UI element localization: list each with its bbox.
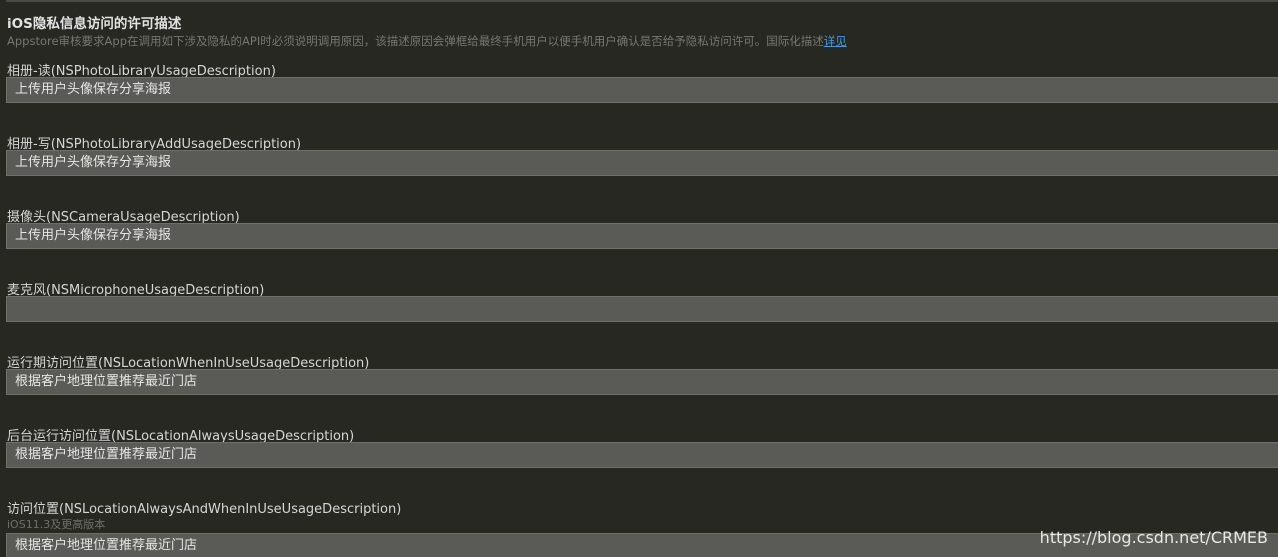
photo-read-input[interactable]: 上传用户头像保存分享海报 (6, 77, 1278, 103)
details-link[interactable]: 详见 (824, 34, 847, 48)
privacy-settings-panel: iOS隐私信息访问的许可描述 Appstore审核要求App在调用如下涉及隐私的… (0, 0, 1278, 557)
microphone-input[interactable] (6, 296, 1278, 322)
section-description-text: Appstore审核要求App在调用如下涉及隐私的API时必须说明调用原因，该描… (7, 34, 824, 48)
section-title: iOS隐私信息访问的许可描述 (7, 16, 182, 32)
camera-input[interactable]: 上传用户头像保存分享海报 (6, 223, 1278, 249)
location-always-input[interactable]: 根据客户地理位置推荐最近门店 (6, 442, 1278, 468)
top-divider (6, 0, 1278, 2)
location-when-in-use-input[interactable]: 根据客户地理位置推荐最近门店 (6, 369, 1278, 395)
photo-write-input[interactable]: 上传用户头像保存分享海报 (6, 150, 1278, 176)
section-description: Appstore审核要求App在调用如下涉及隐私的API时必须说明调用原因，该描… (7, 33, 847, 49)
location-always-and-when-in-use-label: 访问位置(NSLocationAlwaysAndWhenInUseUsageDe… (7, 502, 402, 517)
watermark: https://blog.csdn.net/CRMEB (1039, 528, 1268, 547)
location-always-and-when-in-use-sublabel: iOS11.3及更高版本 (7, 518, 106, 531)
